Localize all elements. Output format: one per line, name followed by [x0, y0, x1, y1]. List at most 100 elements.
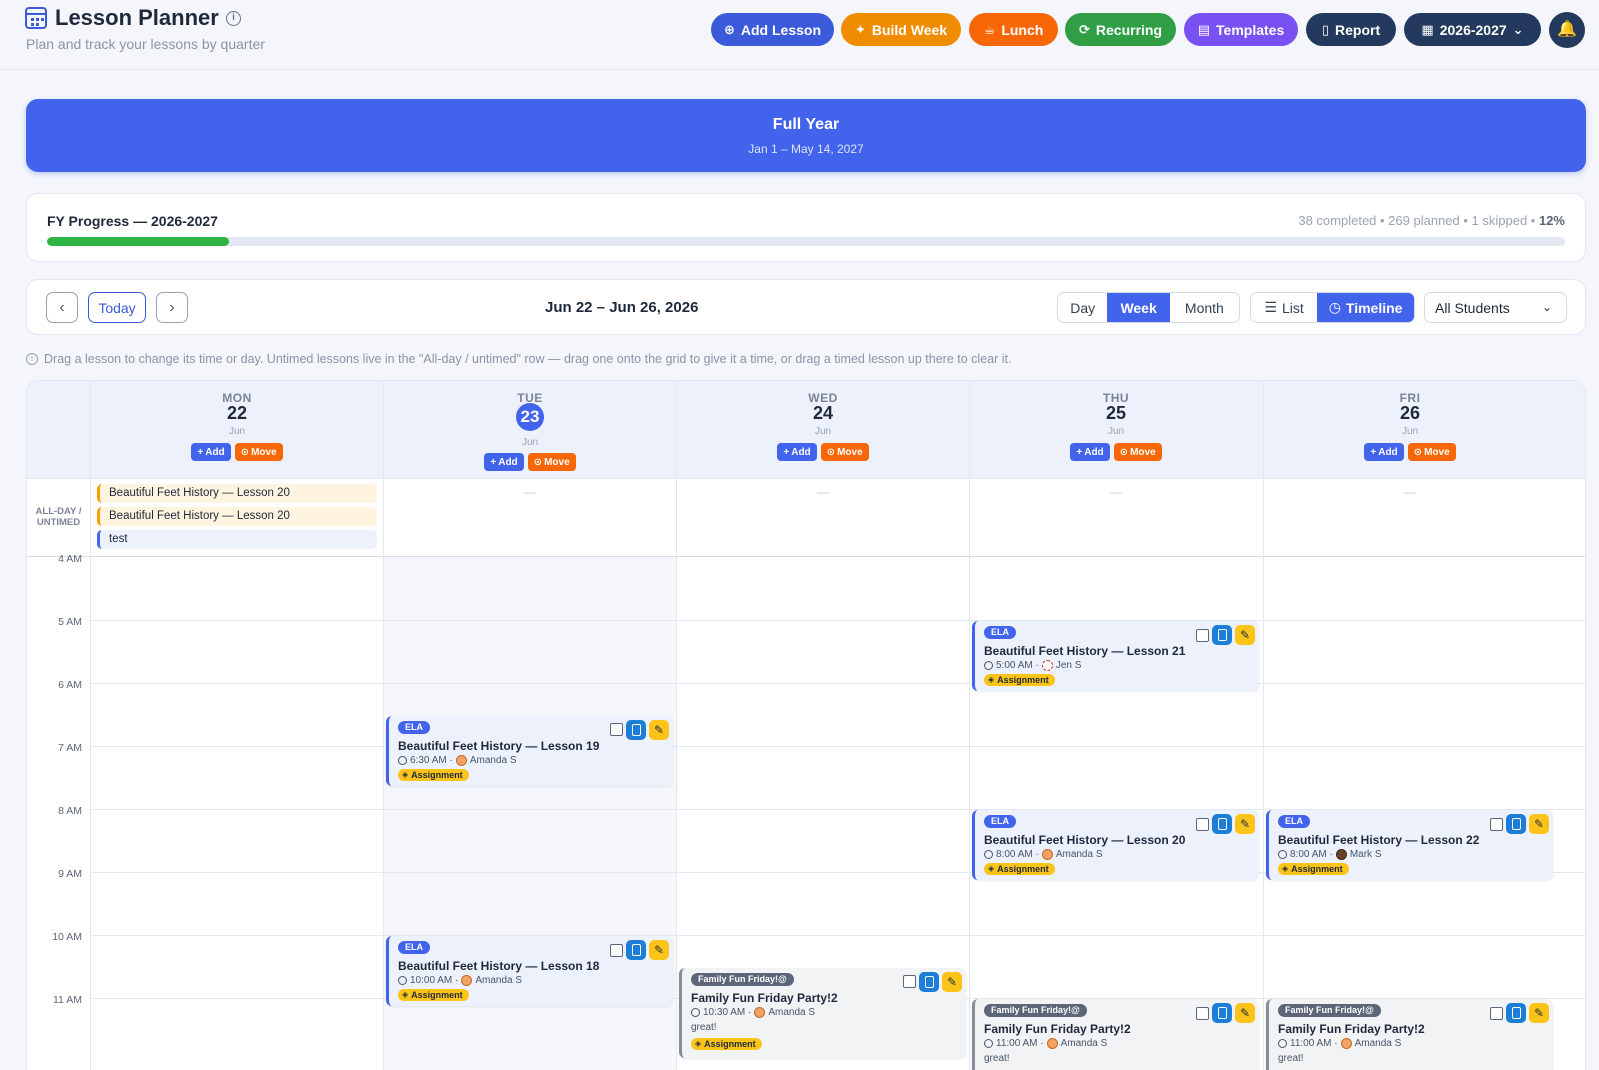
progress-card: FY Progress — 2026-2027 38 completed • 2… — [26, 193, 1586, 262]
edit-button[interactable]: ✎ — [1235, 814, 1255, 834]
lesson-time: 10:30 AM · — [703, 1006, 752, 1018]
move-icon: ⊙ — [1413, 446, 1423, 458]
lesson-event[interactable]: ELA Beautiful Feet History — Lesson 19 6:3… — [386, 715, 673, 786]
complete-checkbox[interactable] — [1490, 817, 1503, 831]
assignment-badge: ◈ Assignment — [398, 768, 469, 781]
clock-icon — [398, 755, 407, 765]
next-week-button[interactable]: › — [156, 292, 188, 323]
student-avatar-icon — [455, 754, 467, 766]
edit-button[interactable]: ✎ — [942, 971, 962, 992]
chevron-left-icon: ‹ — [59, 298, 65, 316]
day-add-button[interactable]: + Add — [1070, 443, 1110, 461]
day-number: 22 — [226, 403, 248, 423]
year-selector[interactable]: ▦ 2026-2027 ⌄ — [1404, 13, 1541, 46]
lesson-event[interactable]: ELA Beautiful Feet History — Lesson 22 8:0… — [1266, 810, 1553, 880]
complete-checkbox[interactable] — [610, 943, 623, 957]
day-add-label: Add — [205, 446, 225, 458]
edit-button[interactable]: ✎ — [1235, 1003, 1255, 1023]
today-button[interactable]: Today — [88, 292, 146, 323]
day-move-label: Move — [1424, 446, 1450, 458]
day-add-label: Add — [791, 446, 811, 458]
allday-cell-tue: — — [383, 479, 676, 557]
copy-button[interactable] — [626, 940, 646, 960]
assignment-badge: ◈ Assignment — [984, 863, 1055, 875]
lesson-event[interactable]: ELA Beautiful Feet History — Lesson 20 8:0… — [972, 810, 1259, 880]
complete-checkbox[interactable] — [1490, 1006, 1503, 1020]
edit-button[interactable]: ✎ — [649, 719, 669, 740]
assignment-label: Assignment — [411, 769, 463, 780]
edit-button[interactable]: ✎ — [1235, 625, 1255, 645]
copy-button[interactable] — [1506, 814, 1526, 834]
lesson-event[interactable]: ELA Beautiful Feet History — Lesson 18 10:… — [386, 936, 673, 1006]
build-week-button[interactable]: ✦ Build Week — [841, 13, 961, 46]
recurring-button[interactable]: ⟳ Recurring — [1065, 13, 1176, 46]
student-filter-select[interactable]: All Students ⌄ — [1424, 292, 1567, 323]
lesson-event[interactable]: Family Fun Friday!@ Family Fun Friday Par… — [679, 967, 966, 1058]
day-month: Jun — [1107, 426, 1125, 437]
complete-checkbox[interactable] — [1196, 817, 1209, 831]
day-number: 26 — [1399, 403, 1421, 423]
tag-icon: ◈ — [402, 769, 409, 779]
day-month: Jun — [814, 426, 832, 437]
copy-button[interactable] — [919, 971, 939, 992]
student-avatar-icon — [1340, 1038, 1352, 1049]
mode-list-button[interactable]: ☰ List — [1251, 293, 1317, 322]
complete-checkbox[interactable] — [903, 975, 916, 988]
report-button[interactable]: ▯ Report — [1306, 13, 1396, 46]
lesson-event[interactable]: Family Fun Friday!@ Family Fun Friday Par… — [972, 999, 1259, 1070]
lesson-title: Family Fun Friday Party!2 — [984, 1022, 1131, 1036]
day-add-button[interactable]: + Add — [191, 443, 231, 461]
edit-button[interactable]: ✎ — [1529, 1003, 1549, 1023]
allday-lesson-chip[interactable]: Beautiful Feet History — Lesson 20 — [97, 484, 377, 503]
day-move-button[interactable]: ⊙ Move — [1113, 443, 1162, 461]
coffee-icon: ☕ — [983, 22, 996, 37]
complete-checkbox[interactable] — [610, 723, 623, 736]
edit-button[interactable]: ✎ — [649, 940, 669, 960]
copy-button[interactable] — [1212, 625, 1232, 645]
complete-checkbox[interactable] — [1196, 628, 1209, 642]
info-icon[interactable]: i — [226, 11, 241, 26]
allday-label: ALL-DAY / UNTIMED — [35, 506, 82, 528]
day-move-button[interactable]: ⊙ Move — [820, 443, 869, 461]
previous-week-button[interactable]: ‹ — [46, 292, 78, 323]
lesson-event[interactable]: ELA Beautiful Feet History — Lesson 21 5:0… — [972, 621, 1259, 691]
plus-icon: + — [783, 446, 790, 458]
view-week-button[interactable]: Week — [1107, 293, 1170, 322]
templates-button[interactable]: ▤ Templates — [1184, 13, 1298, 46]
clock-icon — [984, 850, 993, 859]
day-move-label: Move — [544, 456, 570, 468]
event-actions: ✎ — [903, 971, 962, 992]
day-gridline — [969, 557, 970, 1070]
mode-switcher: ☰ List ◷ Timeline — [1250, 292, 1415, 323]
week-calendar: MON 22 Jun + Add ⊙ Move TUE 23 Jun + Add ⊙ Move WED 24 J… — [26, 380, 1586, 1070]
complete-checkbox[interactable] — [1196, 1006, 1209, 1020]
app-header: Lesson Planner i Plan and track your les… — [0, 0, 1599, 70]
copy-button[interactable] — [626, 719, 646, 740]
lesson-time: 10:00 AM · — [410, 975, 459, 986]
allday-lesson-chip[interactable]: Beautiful Feet History — Lesson 20 — [97, 507, 377, 526]
assignment-label: Assignment — [411, 990, 463, 1000]
view-month-button[interactable]: Month — [1170, 293, 1239, 322]
day-move-button[interactable]: ⊙ Move — [1407, 443, 1456, 461]
day-add-button[interactable]: + Add — [484, 453, 524, 471]
copy-button[interactable] — [1212, 814, 1232, 834]
copy-button[interactable] — [1506, 1003, 1526, 1023]
day-add-button[interactable]: + Add — [777, 443, 817, 461]
add-lesson-button[interactable]: ⊕ Add Lesson — [711, 13, 834, 46]
assignment-badge: ◈ Assignment — [691, 1037, 762, 1050]
day-add-button[interactable]: + Add — [1364, 443, 1404, 461]
lesson-meta: 11:00 AM · Amanda S — [984, 1038, 1107, 1049]
lunch-button[interactable]: ☕ Lunch — [969, 13, 1058, 46]
allday-lesson-chip[interactable]: test — [97, 530, 377, 549]
copy-button[interactable] — [1212, 1003, 1232, 1023]
view-day-button[interactable]: Day — [1058, 293, 1107, 322]
lesson-event[interactable]: Family Fun Friday!@ Family Fun Friday Par… — [1266, 999, 1553, 1070]
mode-timeline-button[interactable]: ◷ Timeline — [1317, 293, 1414, 322]
empty-marker: — — [817, 485, 829, 499]
day-move-button[interactable]: ⊙ Move — [527, 453, 576, 471]
notifications-button[interactable]: 🔔 — [1549, 12, 1585, 48]
day-actions: + Add ⊙ Move — [1264, 443, 1556, 461]
day-move-button[interactable]: ⊙ Move — [234, 443, 283, 461]
hour-label: 9 AM — [58, 868, 82, 880]
edit-button[interactable]: ✎ — [1529, 814, 1549, 834]
